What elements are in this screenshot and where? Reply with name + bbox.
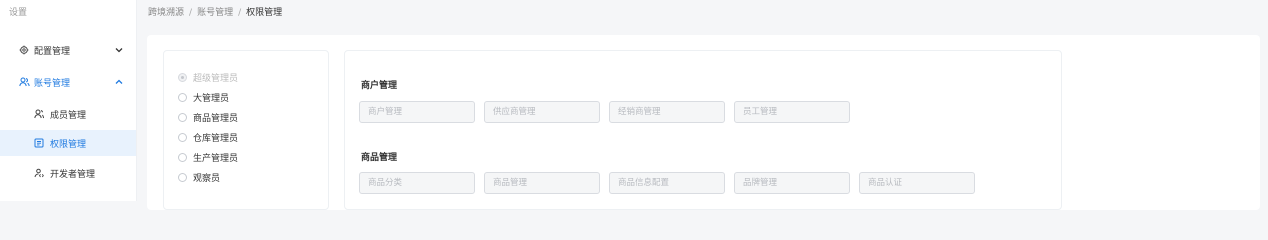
sidebar-item-label: 开发者管理: [50, 169, 96, 180]
breadcrumb-separator: /: [238, 8, 242, 18]
permission-option: 品牌管理: [734, 172, 850, 194]
role-label: 生产管理员: [193, 153, 239, 164]
permission-panel: 商户管理 商户管理 供应商管理 经销商管理 员工管理 商品管理 商品分类 商品管…: [344, 50, 1062, 210]
main-card: 超级管理员 大管理员 商品管理员 仓库管理员 生产管理员 观察员 商户管理 商户…: [147, 35, 1260, 210]
shield-list-icon: [33, 137, 45, 149]
radio-icon[interactable]: [178, 172, 187, 182]
developer-icon: [33, 167, 45, 179]
section-title: 商户管理: [361, 81, 398, 91]
radio-icon: [178, 72, 187, 82]
radio-icon[interactable]: [178, 152, 187, 162]
sidebar-item-config[interactable]: 配置管理: [0, 37, 136, 63]
role-option[interactable]: 仓库管理员: [178, 130, 238, 144]
role-label: 观察员: [193, 173, 221, 184]
sidebar-item-developers[interactable]: 开发者管理: [0, 160, 136, 186]
breadcrumb-current: 权限管理: [246, 8, 283, 18]
sidebar-item-permissions[interactable]: 权限管理: [0, 130, 136, 156]
permission-option: 供应商管理: [484, 101, 600, 123]
radio-icon[interactable]: [178, 112, 187, 122]
user-icon: [33, 108, 45, 120]
sidebar-header: 设置: [9, 8, 28, 18]
sidebar-item-accounts[interactable]: 账号管理: [0, 69, 136, 95]
role-list: 超级管理员 大管理员 商品管理员 仓库管理员 生产管理员 观察员: [163, 50, 329, 210]
role-option[interactable]: 生产管理员: [178, 150, 238, 164]
permission-option: 商品信息配置: [609, 172, 725, 194]
sidebar-item-label: 成员管理: [50, 110, 87, 121]
chevron-down-icon: [114, 45, 124, 55]
role-option-super-admin: 超级管理员: [178, 70, 238, 84]
radio-icon[interactable]: [178, 132, 187, 142]
role-option[interactable]: 观察员: [178, 170, 220, 184]
role-label: 大管理员: [193, 93, 230, 104]
users-icon: [18, 76, 30, 88]
radio-icon[interactable]: [178, 92, 187, 102]
permission-option: 商户管理: [359, 101, 475, 123]
gear-icon: [18, 44, 30, 56]
role-label: 仓库管理员: [193, 133, 239, 144]
breadcrumb: 跨境溯源 / 账号管理 / 权限管理: [148, 0, 282, 26]
permission-option: 经销商管理: [609, 101, 725, 123]
sidebar: 设置 配置管理 账号管理 成员管理 权限管理 开发者管理: [0, 0, 137, 201]
sidebar-item-label: 配置管理: [34, 46, 71, 57]
permission-option: 商品认证: [859, 172, 975, 194]
role-option[interactable]: 商品管理员: [178, 110, 238, 124]
permission-option: 商品分类: [359, 172, 475, 194]
permission-option: 员工管理: [734, 101, 850, 123]
role-option[interactable]: 大管理员: [178, 90, 229, 104]
breadcrumb-separator: /: [189, 8, 193, 18]
role-label: 超级管理员: [193, 73, 239, 84]
chevron-up-icon: [114, 77, 124, 87]
permission-option: 商品管理: [484, 172, 600, 194]
sidebar-item-label: 权限管理: [50, 139, 87, 150]
sidebar-item-label: 账号管理: [34, 78, 71, 89]
sidebar-item-members[interactable]: 成员管理: [0, 101, 136, 127]
breadcrumb-item[interactable]: 账号管理: [197, 8, 233, 18]
breadcrumb-item[interactable]: 跨境溯源: [148, 8, 184, 18]
role-label: 商品管理员: [193, 113, 239, 124]
section-title: 商品管理: [361, 153, 398, 163]
